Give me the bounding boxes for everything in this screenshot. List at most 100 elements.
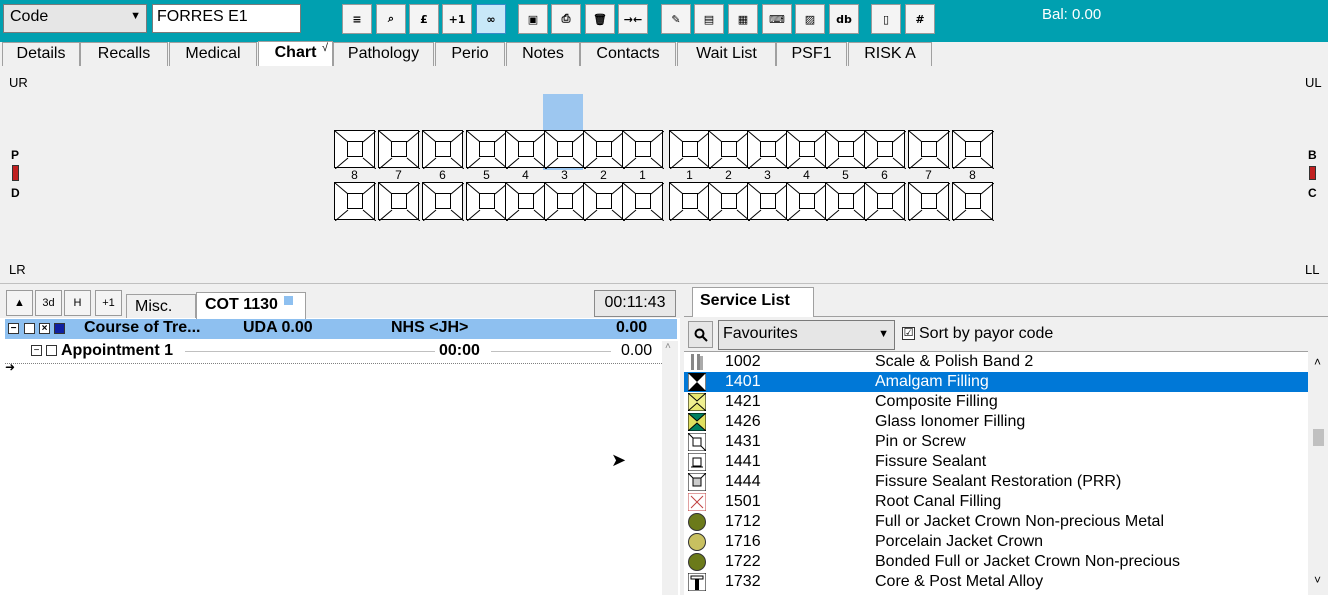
- delete-button[interactable]: 🗑: [585, 4, 615, 34]
- print-button[interactable]: ⎙: [551, 4, 581, 34]
- note-button[interactable]: ▨: [795, 4, 825, 34]
- sort-checkbox[interactable]: ☑: [902, 327, 915, 340]
- tooth[interactable]: [786, 182, 828, 221]
- tab-pathology[interactable]: Pathology: [333, 42, 434, 66]
- tab-chart[interactable]: Chart √: [258, 41, 333, 66]
- tooth[interactable]: [708, 130, 750, 169]
- grid-button[interactable]: #: [905, 4, 935, 34]
- tooth[interactable]: [334, 182, 376, 221]
- plus-one-button[interactable]: +1: [442, 4, 472, 34]
- list-item[interactable]: 1002 Scale & Polish Band 2: [684, 352, 1308, 372]
- search-button[interactable]: [688, 321, 713, 348]
- list-item[interactable]: 1716 Porcelain Jacket Crown: [684, 532, 1308, 552]
- keyboard-button[interactable]: ⌨: [762, 4, 792, 34]
- link-button[interactable]: ∞: [476, 4, 506, 34]
- tooth[interactable]: [622, 130, 664, 169]
- document-button[interactable]: ▤: [694, 4, 724, 34]
- occlusal-surface: [347, 193, 363, 209]
- tab-cot[interactable]: COT 1130: [196, 292, 306, 319]
- tooth[interactable]: [747, 130, 789, 169]
- list-item[interactable]: 1722 Bonded Full or Jacket Crown Non-prec…: [684, 552, 1308, 572]
- pound-button[interactable]: £: [409, 4, 439, 34]
- list-item[interactable]: 1431 Pin or Screw: [684, 432, 1308, 452]
- tooth[interactable]: [825, 130, 867, 169]
- documents-button[interactable]: ▦: [728, 4, 758, 34]
- tooth[interactable]: [952, 130, 994, 169]
- tooth[interactable]: [334, 130, 376, 169]
- list-item[interactable]: 1444 Fissure Sealant Restoration (PRR): [684, 472, 1308, 492]
- chevron-down-icon[interactable]: ˅: [1314, 573, 1321, 587]
- tooth[interactable]: [422, 182, 464, 221]
- collapse-icon[interactable]: −: [31, 345, 42, 356]
- list-item[interactable]: 1501 Root Canal Filling: [684, 492, 1308, 512]
- align-button[interactable]: ≡: [342, 4, 372, 34]
- tooth[interactable]: [544, 182, 586, 221]
- tab-misc[interactable]: Misc.: [126, 294, 196, 318]
- color-square-icon: [54, 323, 65, 334]
- tab-recalls[interactable]: Recalls: [80, 42, 168, 66]
- tab-details[interactable]: Details: [2, 42, 80, 66]
- note-icon: ▨: [804, 12, 816, 26]
- pen-button[interactable]: ✎: [661, 4, 691, 34]
- tab-medical[interactable]: Medical: [169, 42, 257, 66]
- search-button[interactable]: ⌕: [376, 4, 406, 34]
- tooth[interactable]: [708, 182, 750, 221]
- 3d-button[interactable]: 3d: [35, 290, 62, 316]
- tooth[interactable]: [505, 182, 547, 221]
- tooth[interactable]: [747, 182, 789, 221]
- chevron-up-icon[interactable]: ˄: [1314, 355, 1321, 369]
- tab-risk-a[interactable]: RISK A: [848, 42, 932, 66]
- filter-select[interactable]: Favourites ▼: [718, 320, 895, 350]
- tab-contacts[interactable]: Contacts: [580, 42, 676, 66]
- checkbox[interactable]: [24, 323, 35, 334]
- list-item[interactable]: 1421 Composite Filling: [684, 392, 1308, 412]
- scroll-thumb[interactable]: [1313, 429, 1324, 446]
- db-button[interactable]: db: [829, 4, 859, 34]
- page-button[interactable]: ▯: [871, 4, 901, 34]
- h-button[interactable]: H: [64, 290, 91, 316]
- list-item[interactable]: 1732 Core & Post Metal Alloy: [684, 572, 1308, 592]
- tab-wait-list[interactable]: Wait List: [677, 42, 776, 66]
- save-button[interactable]: ▣: [518, 4, 548, 34]
- list-item[interactable]: 1712 Full or Jacket Crown Non-precious Me…: [684, 512, 1308, 532]
- list-item[interactable]: 1401 Amalgam Filling: [684, 372, 1308, 392]
- appointment-row[interactable]: − Appointment 1 00:00 0.00: [5, 340, 662, 364]
- tab-notes[interactable]: Notes: [506, 42, 580, 66]
- tooth[interactable]: [908, 182, 950, 221]
- plus-one-button[interactable]: +1: [95, 290, 122, 316]
- tooth[interactable]: [466, 182, 508, 221]
- course-row[interactable]: − × Course of Tre... UDA 0.00 NHS <JH> 0…: [5, 319, 677, 339]
- tooth[interactable]: [908, 130, 950, 169]
- scrollbar[interactable]: ˄: [662, 341, 678, 595]
- tab-perio[interactable]: Perio: [435, 42, 505, 66]
- scrollbar[interactable]: ˄ ˅: [1310, 351, 1328, 595]
- tooth[interactable]: [544, 130, 586, 169]
- tooth[interactable]: [422, 130, 464, 169]
- checkbox[interactable]: [46, 345, 57, 356]
- tooth[interactable]: [583, 182, 625, 221]
- tooth[interactable]: [466, 130, 508, 169]
- tooth[interactable]: [622, 182, 664, 221]
- tooth[interactable]: [505, 130, 547, 169]
- tooth[interactable]: [864, 182, 906, 221]
- tooth[interactable]: [825, 182, 867, 221]
- tooth[interactable]: [378, 182, 420, 221]
- arrows-button[interactable]: →←: [618, 4, 648, 34]
- up-arrow-button[interactable]: ▲: [6, 290, 33, 316]
- list-item[interactable]: 1441 Fissure Sealant: [684, 452, 1308, 472]
- tooth[interactable]: [583, 130, 625, 169]
- tooth[interactable]: [378, 130, 420, 169]
- tooth[interactable]: [864, 130, 906, 169]
- collapse-icon[interactable]: −: [8, 323, 19, 334]
- service-code: 1716: [725, 533, 761, 550]
- tooth[interactable]: [786, 130, 828, 169]
- tab-psf1[interactable]: PSF1: [776, 42, 847, 66]
- tooth[interactable]: [669, 130, 711, 169]
- tooth[interactable]: [952, 182, 994, 221]
- x-box-icon[interactable]: ×: [39, 323, 50, 334]
- tooth[interactable]: [669, 182, 711, 221]
- code-combo[interactable]: Code ▼: [3, 4, 147, 33]
- patient-field[interactable]: FORRES E1: [152, 4, 301, 33]
- list-item[interactable]: 1426 Glass Ionomer Filling: [684, 412, 1308, 432]
- tab-service-list[interactable]: Service List: [692, 287, 814, 317]
